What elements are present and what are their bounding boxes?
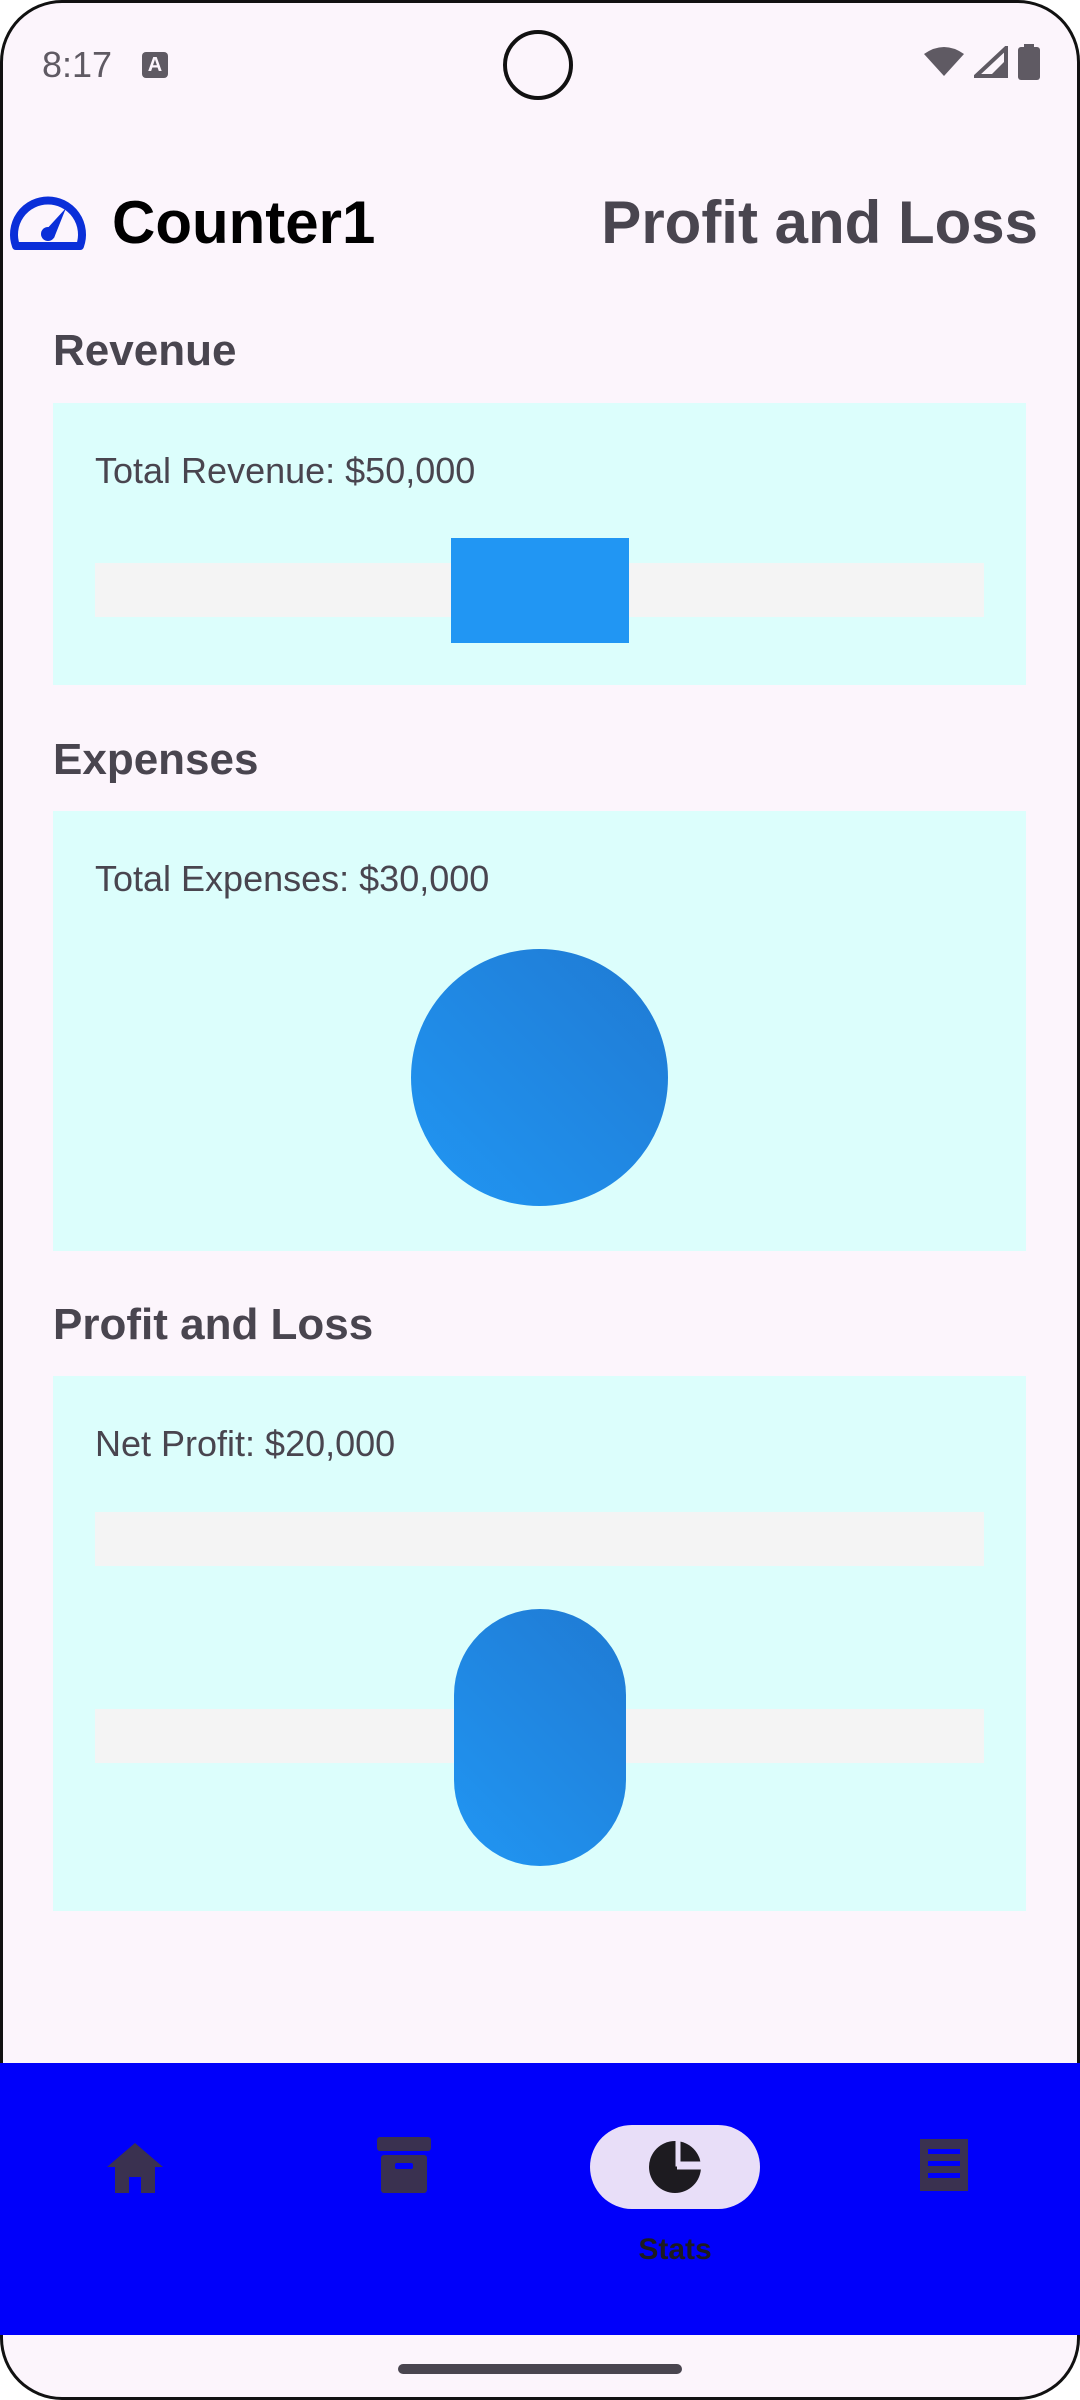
cell-signal-icon bbox=[974, 46, 1008, 78]
status-time: 8:17 bbox=[42, 44, 113, 85]
nav-label-stats: Stats bbox=[638, 2233, 712, 2266]
profit-pill-indicator bbox=[454, 1609, 626, 1866]
page-title: Profit and Loss bbox=[601, 189, 1038, 256]
archive-icon bbox=[377, 2137, 431, 2193]
expenses-total-label: Total Expenses: $30,000 bbox=[95, 858, 490, 899]
app-header: Counter1 Profit and Loss bbox=[0, 180, 1080, 260]
revenue-card: Total Revenue: $50,000 bbox=[53, 403, 1026, 685]
net-profit-label: Net Profit: $20,000 bbox=[95, 1423, 396, 1464]
phone-screen: 8:17 A Counter1 Profit and Loss Revenue … bbox=[0, 0, 1080, 2400]
expenses-section-title: Expenses bbox=[53, 735, 259, 784]
revenue-section-title: Revenue bbox=[53, 326, 237, 375]
camera-cutout bbox=[503, 30, 573, 100]
nav-item-receipt[interactable] bbox=[860, 2093, 1030, 2273]
revenue-bar bbox=[451, 538, 629, 643]
revenue-total-label: Total Revenue: $50,000 bbox=[95, 450, 476, 491]
keyboard-notification-icon: A bbox=[142, 52, 168, 78]
status-bar: 8:17 A bbox=[0, 0, 1080, 130]
app-name: Counter1 bbox=[112, 189, 376, 256]
receipt-icon bbox=[920, 2139, 968, 2191]
nav-item-home[interactable] bbox=[50, 2093, 220, 2273]
profit-track-top bbox=[95, 1512, 984, 1566]
speedometer-icon bbox=[10, 196, 86, 250]
profit-section-title: Profit and Loss bbox=[53, 1300, 374, 1349]
nav-item-stats[interactable]: Stats bbox=[590, 2093, 760, 2273]
home-icon bbox=[107, 2143, 163, 2193]
bottom-navigation: Stats bbox=[0, 2063, 1080, 2335]
pie-chart-icon bbox=[649, 2141, 701, 2193]
nav-item-archive[interactable] bbox=[320, 2093, 490, 2273]
battery-icon bbox=[1018, 44, 1040, 80]
wifi-icon bbox=[924, 47, 964, 76]
expenses-card: Total Expenses: $30,000 bbox=[53, 811, 1026, 1251]
gesture-navigation-bar[interactable] bbox=[398, 2364, 682, 2374]
status-icons bbox=[924, 44, 1040, 80]
expenses-circle bbox=[411, 949, 668, 1206]
profit-card: Net Profit: $20,000 bbox=[53, 1376, 1026, 1911]
